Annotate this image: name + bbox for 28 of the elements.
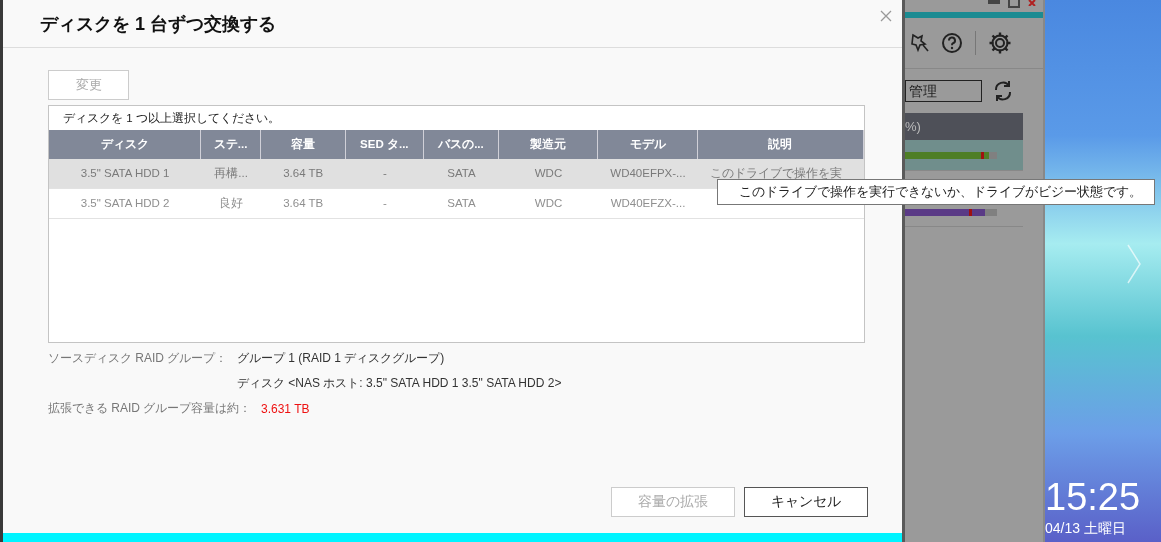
- table-caption: ディスクを 1 つ以上選択してください。: [62, 111, 281, 126]
- table-cell-text: SATA: [446, 166, 477, 181]
- table-cell-text: WDC: [533, 196, 564, 211]
- table-cell-text: 3.64 TB: [282, 166, 325, 181]
- table-cell-text: このドライブで操作を実: [708, 166, 843, 181]
- table-cell-text: -: [381, 196, 388, 211]
- clock-date: 04/13 土曜日: [1045, 520, 1126, 538]
- table-cell-text: -: [381, 166, 388, 181]
- cancel-button[interactable]: キャンセル: [744, 487, 868, 517]
- table-cell-text: WD40EFPX-...: [609, 166, 687, 181]
- dialog-title: ディスクを 1 台ずつ交換する: [40, 12, 276, 36]
- source-label: ソースディスク RAID グループ：: [48, 350, 229, 367]
- table-cell-text: 3.64 TB: [282, 196, 325, 211]
- management-field[interactable]: 管理: [905, 80, 982, 102]
- table-cell-text: 3.5" SATA HDD 1: [79, 166, 171, 181]
- table-cell-text: WD40EFZX-...: [609, 196, 687, 211]
- table-cell-text: WDC: [533, 166, 564, 181]
- table-cell-text: SATA: [446, 196, 477, 211]
- table-cell-text: 3.5" SATA HDD 2: [79, 196, 171, 211]
- capacity-value: 3.631 TB: [261, 401, 310, 416]
- source-disks: ディスク <NAS ホスト: 3.5" SATA HDD 1 3.5" SATA HDD 2>: [237, 375, 562, 392]
- source-group: グループ 1 (RAID 1 ディスクグループ): [237, 350, 445, 367]
- table-cell-text: 良好: [218, 196, 245, 211]
- capacity-label: 拡張できる RAID グループ容量は約：: [48, 400, 253, 417]
- clock-time: 15:25: [1045, 476, 1141, 519]
- tooltip: このドライブで操作を実行できないか、ドライブがビジー状態です。: [717, 179, 1155, 205]
- header-text: %): [905, 119, 921, 134]
- table-cell-text: 再構...: [213, 166, 249, 181]
